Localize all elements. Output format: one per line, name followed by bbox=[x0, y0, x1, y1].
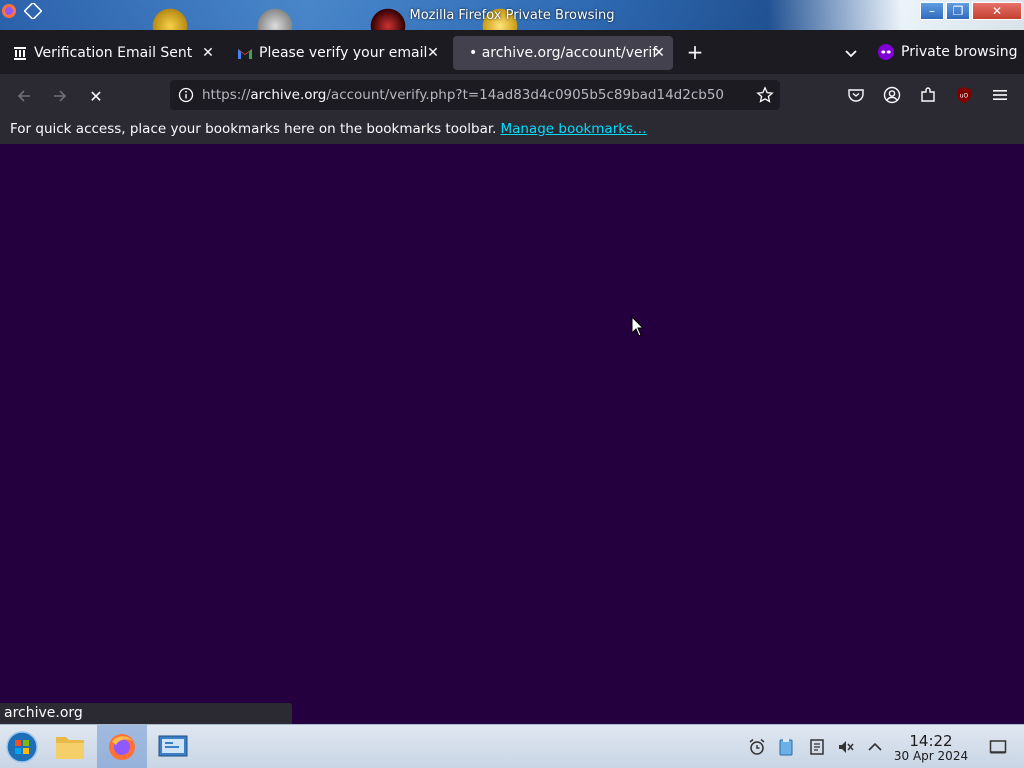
volume-muted-icon[interactable] bbox=[837, 738, 855, 756]
file-manager-task[interactable] bbox=[50, 729, 90, 765]
close-tab-icon[interactable]: ✕ bbox=[651, 45, 667, 61]
back-arrow-icon bbox=[17, 90, 30, 102]
pocket-icon[interactable] bbox=[847, 86, 865, 104]
alarm-clock-icon[interactable] bbox=[748, 738, 766, 756]
tab-verification-email-sent[interactable]: Verification Email Sent ✕ bbox=[2, 36, 222, 70]
new-tab-button[interactable]: + bbox=[684, 42, 706, 64]
show-hidden-icons-icon[interactable] bbox=[866, 738, 884, 756]
notes-icon[interactable] bbox=[808, 738, 826, 756]
manage-bookmarks-link[interactable]: Manage bookmarks… bbox=[500, 121, 646, 137]
taskbar: 14:22 30 Apr 2024 bbox=[0, 724, 1024, 768]
window-titlebar: Mozilla Firefox Private Browsing – ❐ ✕ bbox=[0, 0, 1024, 30]
firefox-icon bbox=[109, 734, 135, 760]
ublock-origin-icon[interactable]: uO bbox=[955, 86, 973, 104]
start-menu-button[interactable] bbox=[2, 729, 42, 765]
private-mask-icon bbox=[878, 44, 894, 60]
account-icon[interactable] bbox=[883, 86, 901, 104]
show-desktop-icon[interactable] bbox=[989, 738, 1007, 756]
url-text[interactable]: https://archive.org/account/verify.php?t… bbox=[202, 87, 742, 103]
start-orb-icon bbox=[6, 731, 38, 763]
mouse-pointer-icon bbox=[631, 316, 645, 337]
tab-label: Verification Email Sent bbox=[34, 45, 193, 61]
tab-strip: Verification Email Sent ✕ Please verify … bbox=[0, 30, 1024, 74]
archive-icon bbox=[12, 45, 28, 61]
stop-loading-button[interactable]: ✕ bbox=[84, 84, 108, 108]
clock-date: 30 Apr 2024 bbox=[893, 749, 969, 763]
clock-time: 14:22 bbox=[909, 732, 953, 750]
maximize-button[interactable]: ❐ bbox=[946, 2, 970, 20]
control-panel-icon bbox=[158, 735, 188, 757]
bookmark-star-icon[interactable] bbox=[756, 86, 774, 104]
site-info-icon[interactable] bbox=[170, 87, 202, 103]
folder-icon bbox=[56, 737, 84, 759]
bookmarks-toolbar: For quick access, place your bookmarks h… bbox=[0, 116, 1024, 144]
close-tab-icon[interactable]: ✕ bbox=[200, 45, 216, 61]
clipboard-manager-icon[interactable] bbox=[777, 738, 795, 756]
svg-text:uO: uO bbox=[960, 93, 969, 100]
taskbar-clock[interactable]: 14:22 30 Apr 2024 bbox=[892, 733, 970, 763]
navigation-toolbar: ✕ https://archive.org/account/verify.php… bbox=[0, 74, 1024, 116]
forward-arrow-icon bbox=[54, 90, 67, 102]
forward-button[interactable] bbox=[48, 84, 72, 108]
status-panel: archive.org bbox=[0, 703, 292, 724]
list-all-tabs-icon[interactable] bbox=[842, 44, 860, 62]
extensions-puzzle-icon[interactable] bbox=[919, 86, 937, 104]
close-tab-icon[interactable]: ✕ bbox=[425, 45, 441, 61]
system-settings-task[interactable] bbox=[153, 729, 193, 765]
window-title: Mozilla Firefox Private Browsing bbox=[409, 8, 615, 23]
gmail-icon bbox=[237, 45, 253, 61]
tab-please-verify-email[interactable]: Please verify your email ✕ bbox=[227, 36, 447, 70]
address-bar[interactable]: https://archive.org/account/verify.php?t… bbox=[170, 80, 780, 110]
private-browsing-indicator: Private browsing bbox=[878, 44, 1018, 60]
firefox-task[interactable] bbox=[97, 725, 147, 768]
tab-label: Please verify your email bbox=[259, 45, 428, 61]
page-content bbox=[0, 144, 1024, 724]
tab-archive-verify[interactable]: • archive.org/account/verif ✕ bbox=[453, 36, 673, 70]
private-browsing-label: Private browsing bbox=[901, 44, 1018, 60]
tab-label: • archive.org/account/verif bbox=[469, 45, 658, 61]
bookmarks-hint-text: For quick access, place your bookmarks h… bbox=[10, 121, 497, 137]
hamburger-menu-icon[interactable] bbox=[991, 86, 1009, 104]
close-window-button[interactable]: ✕ bbox=[972, 2, 1022, 20]
back-button[interactable] bbox=[12, 84, 36, 108]
minimize-button[interactable]: – bbox=[920, 2, 944, 20]
